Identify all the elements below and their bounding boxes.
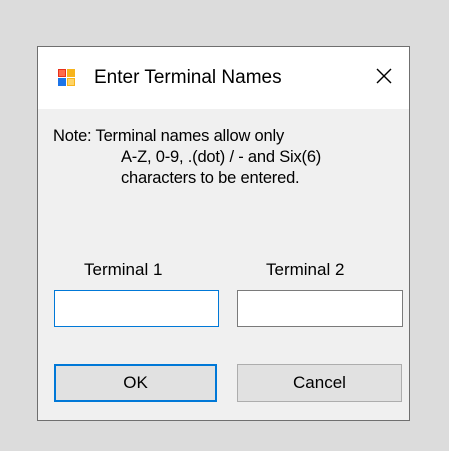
terminal-1-input[interactable] [54,290,219,327]
note-line-3: characters to be entered. [121,169,300,187]
terminal-2-label: Terminal 2 [266,260,345,279]
terminal-1-label: Terminal 1 [84,260,163,279]
ok-button[interactable]: OK [54,364,217,402]
note-text: Note: Terminal names allow only A-Z, 0-9… [53,126,321,189]
window-title: Enter Terminal Names [94,67,282,88]
terminal-2-input[interactable] [237,290,403,327]
note-line-2: A-Z, 0-9, .(dot) / - and Six(6) [121,148,322,166]
close-button[interactable] [369,63,399,93]
title-bar[interactable]: Enter Terminal Names [38,47,409,109]
note-line-1: Note: Terminal names allow only [53,127,285,145]
cancel-button[interactable]: Cancel [237,364,402,402]
close-icon [375,67,393,90]
app-form-icon [58,69,76,87]
enter-terminal-names-dialog: Enter Terminal Names Note: Terminal name… [37,46,410,421]
